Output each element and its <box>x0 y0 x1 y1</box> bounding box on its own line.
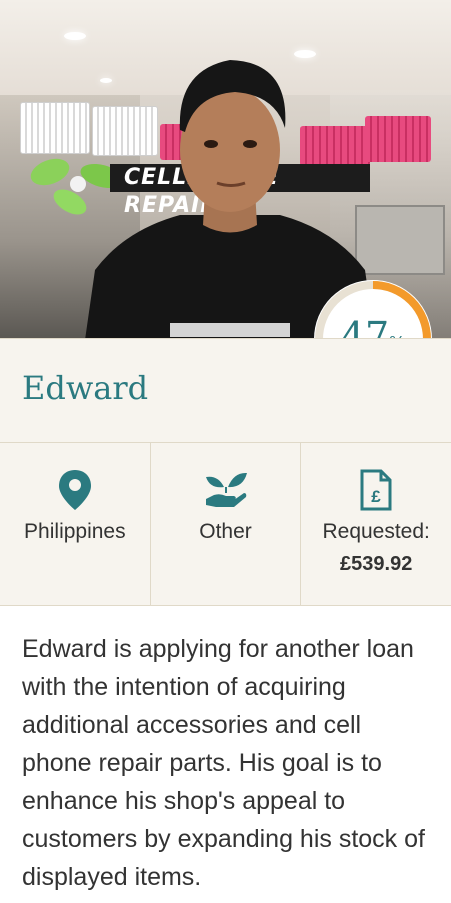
loan-description: Edward is applying for another loan with… <box>22 635 425 891</box>
basket <box>20 102 90 154</box>
name-band: Edward <box>0 338 451 442</box>
svg-text:£: £ <box>371 487 381 506</box>
ceiling-light <box>64 32 86 40</box>
location-label: Philippines <box>24 520 126 543</box>
requested-label: Requested: <box>322 520 430 543</box>
location-cell: Philippines <box>0 443 150 605</box>
loan-info-grid: Philippines Other £ Requested: £539.92 <box>0 442 451 606</box>
pound-document-icon: £ <box>360 469 392 511</box>
requested-amount: £539.92 <box>340 553 413 575</box>
sector-label: Other <box>199 520 252 543</box>
sector-cell: Other <box>149 443 301 605</box>
borrower-name: Edward <box>22 369 149 407</box>
hand-plant-icon <box>205 472 247 507</box>
request-cell: £ Requested: £539.92 <box>300 443 451 605</box>
map-pin-icon <box>58 470 91 510</box>
